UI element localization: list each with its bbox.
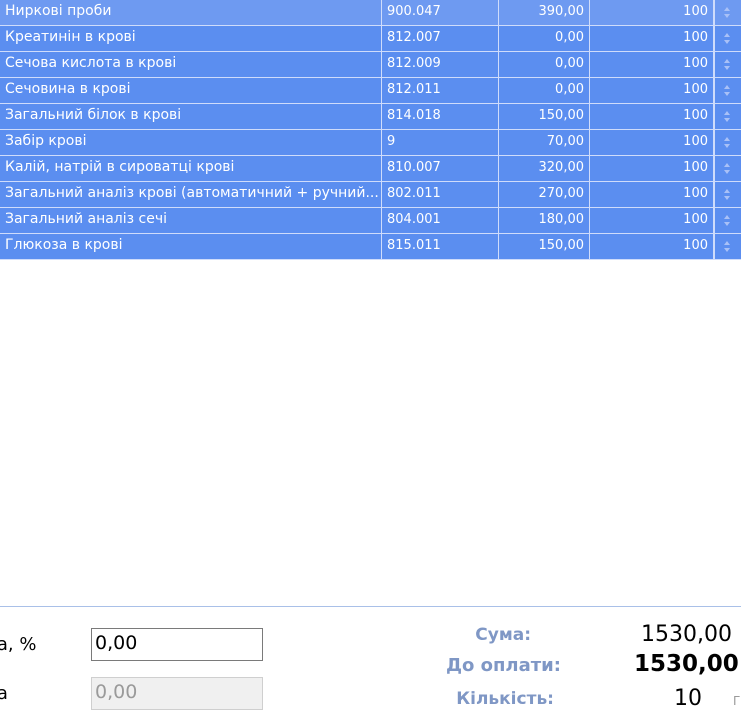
service-name-cell: Забір крові [0,130,382,155]
footer-divider [0,606,741,607]
arrow-up-icon[interactable] [724,7,730,11]
spinner-arrows-icon[interactable] [714,0,741,25]
table-row[interactable]: Сечова кислота в крові 812.009 0,00 100 [0,52,741,78]
spinner-arrows-icon[interactable] [714,156,741,181]
table-row[interactable]: Креатинін в крові 812.007 0,00 100 [0,26,741,52]
bonus-label: ка [0,683,8,704]
service-code-cell: 9 [382,130,499,155]
service-code-cell: 812.007 [382,26,499,51]
to-pay-value: 1530,00 [634,651,739,677]
service-percent-cell: 100 [590,78,714,103]
spinner-arrows-icon[interactable] [714,52,741,77]
arrow-up-icon[interactable] [724,137,730,141]
spinner-arrows-icon[interactable] [714,234,741,259]
table-row[interactable]: Калій, натрій в сироватці крові 810.007 32… [0,156,741,182]
table-row[interactable]: Забір крові 9 70,00 100 [0,130,741,156]
arrow-down-icon[interactable] [724,40,730,44]
service-name-cell: Ниркові проби [0,0,382,25]
service-percent-cell: 100 [590,130,714,155]
service-percent-cell: 100 [590,182,714,207]
spinner-arrows-icon[interactable] [714,26,741,51]
service-percent-cell: 100 [590,104,714,129]
table-row[interactable]: Сечовина в крові 812.011 0,00 100 [0,78,741,104]
order-form: Ниркові проби 900.047 390,00 100 Креатинін в… [0,0,741,722]
spinner-arrows-icon[interactable] [714,104,741,129]
service-code-cell: 900.047 [382,0,499,25]
table-row[interactable]: Загальний аналіз крові (автоматичний + р… [0,182,741,208]
service-price-cell: 150,00 [499,104,590,129]
service-price-cell: 180,00 [499,208,590,233]
arrow-up-icon[interactable] [724,215,730,219]
service-price-cell: 320,00 [499,156,590,181]
arrow-up-icon[interactable] [724,85,730,89]
service-price-cell: 70,00 [499,130,590,155]
table-row[interactable]: Ниркові проби 900.047 390,00 100 [0,0,741,26]
spinner-arrows-icon[interactable] [714,130,741,155]
bonus-input: 0,00 [91,677,263,710]
service-name-cell: Загальний аналіз крові (автоматичний + р… [0,182,382,207]
arrow-down-icon[interactable] [724,170,730,174]
arrow-up-icon[interactable] [724,163,730,167]
service-percent-cell: 100 [590,156,714,181]
sum-value: 1530,00 [641,622,732,647]
service-code-cell: 812.009 [382,52,499,77]
service-code-cell: 815.011 [382,234,499,259]
hint-text: Г [733,694,741,708]
arrow-up-icon[interactable] [724,189,730,193]
service-name-cell: Загальний білок в крові [0,104,382,129]
arrow-up-icon[interactable] [724,241,730,245]
quantity-label: Кількість: [456,689,554,709]
service-name-cell: Калій, натрій в сироватці крові [0,156,382,181]
to-pay-label: До оплати: [445,655,561,676]
arrow-up-icon[interactable] [724,59,730,63]
service-price-cell: 270,00 [499,182,590,207]
service-code-cell: 810.007 [382,156,499,181]
service-price-cell: 0,00 [499,78,590,103]
table-row[interactable]: Глюкоза в крові 815.011 150,00 100 [0,234,741,260]
arrow-down-icon[interactable] [724,248,730,252]
service-code-cell: 804.001 [382,208,499,233]
service-percent-cell: 100 [590,52,714,77]
service-price-cell: 0,00 [499,52,590,77]
arrow-down-icon[interactable] [724,14,730,18]
service-price-cell: 150,00 [499,234,590,259]
spinner-arrows-icon[interactable] [714,208,741,233]
services-table: Ниркові проби 900.047 390,00 100 Креатинін в… [0,0,741,260]
arrow-up-icon[interactable] [724,33,730,37]
service-percent-cell: 100 [590,0,714,25]
discount-label: ка, % [0,634,37,655]
arrow-down-icon[interactable] [724,92,730,96]
service-code-cell: 814.018 [382,104,499,129]
arrow-down-icon[interactable] [724,144,730,148]
service-name-cell: Загальний аналіз сечі [0,208,382,233]
service-percent-cell: 100 [590,208,714,233]
arrow-down-icon[interactable] [724,222,730,226]
table-row[interactable]: Загальний білок в крові 814.018 150,00 100 [0,104,741,130]
table-row[interactable]: Загальний аналіз сечі 804.001 180,00 100 [0,208,741,234]
spinner-arrows-icon[interactable] [714,182,741,207]
service-code-cell: 802.011 [382,182,499,207]
arrow-up-icon[interactable] [724,111,730,115]
discount-input[interactable]: 0,00 [91,628,263,661]
service-code-cell: 812.011 [382,78,499,103]
service-name-cell: Сечова кислота в крові [0,52,382,77]
service-price-cell: 390,00 [499,0,590,25]
service-name-cell: Сечовина в крові [0,78,382,103]
service-percent-cell: 100 [590,26,714,51]
spinner-arrows-icon[interactable] [714,78,741,103]
service-name-cell: Креатинін в крові [0,26,382,51]
sum-label: Сума: [475,625,531,645]
arrow-down-icon[interactable] [724,118,730,122]
service-name-cell: Глюкоза в крові [0,234,382,259]
service-price-cell: 0,00 [499,26,590,51]
arrow-down-icon[interactable] [724,66,730,70]
service-percent-cell: 100 [590,234,714,259]
arrow-down-icon[interactable] [724,196,730,200]
quantity-value: 10 [674,686,702,711]
